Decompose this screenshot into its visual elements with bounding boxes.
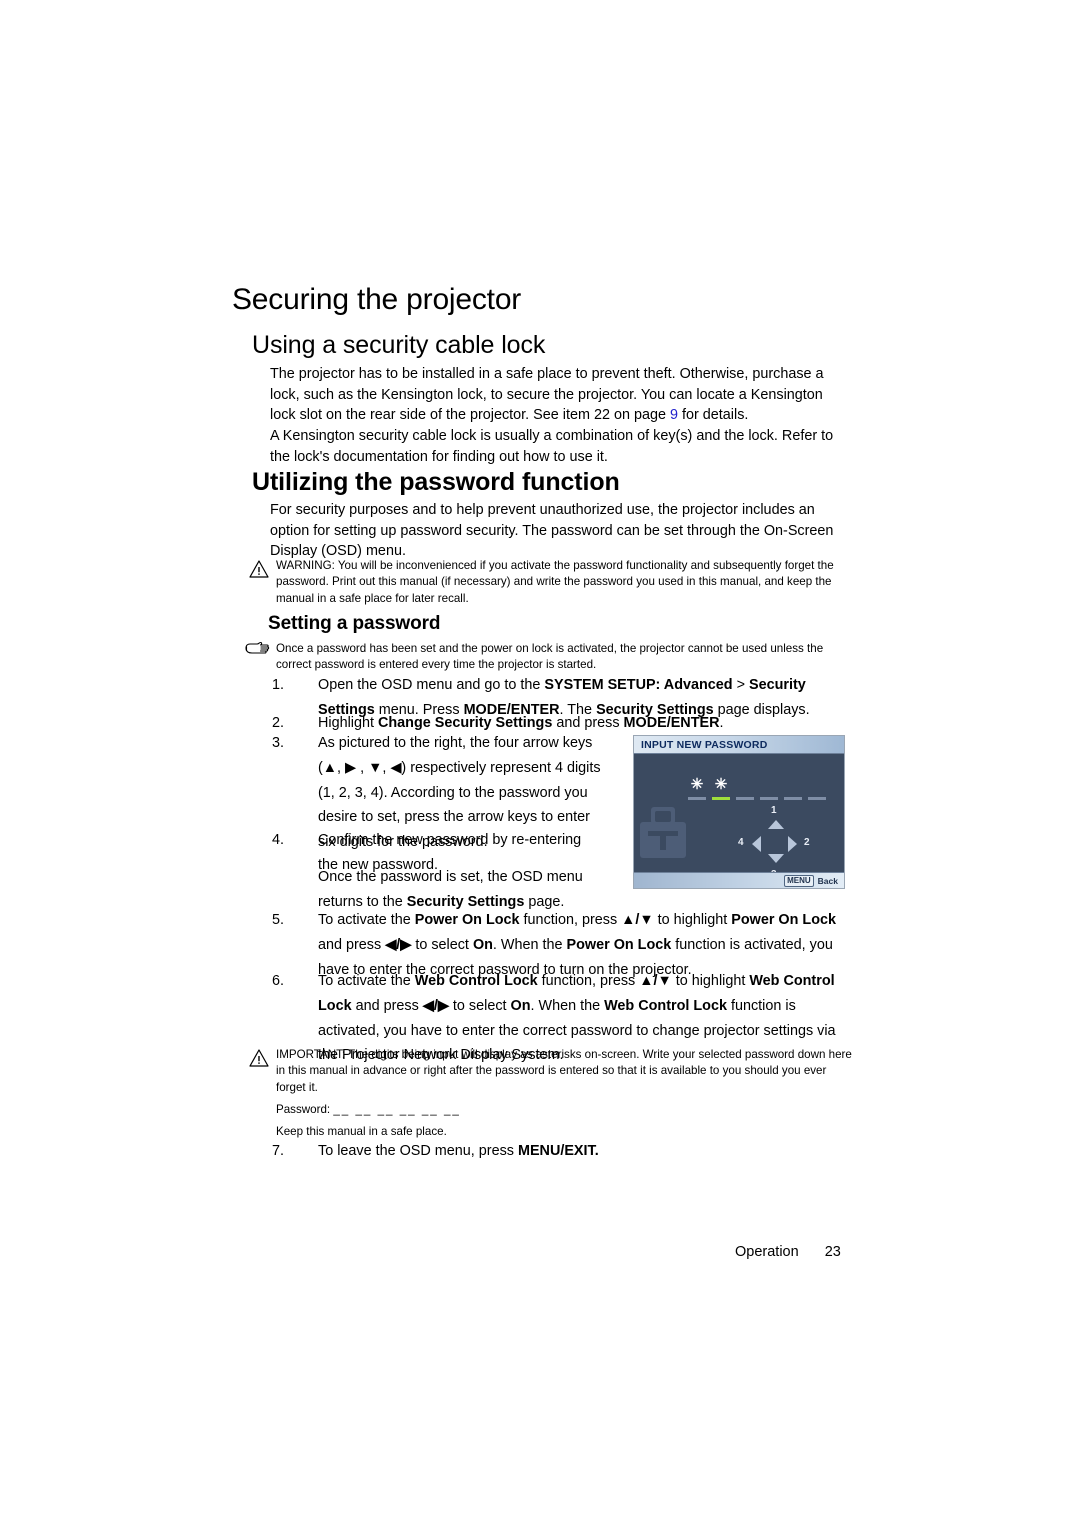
slot-dash-5 (784, 797, 802, 800)
lock-icon (640, 802, 686, 858)
emphasized-text: Power On Lock (566, 936, 672, 953)
dpad-left-label: 4 (738, 837, 744, 848)
slot-dash-6 (808, 797, 826, 800)
dpad-up-label: 1 (771, 805, 777, 816)
osd-title-bar: INPUT NEW PASSWORD (634, 736, 844, 754)
dpad-right-label: 2 (804, 837, 810, 848)
emphasized-text: SYSTEM SETUP: Advanced (544, 677, 733, 693)
paragraph-cable-lock-1: The projector has to be installed in a s… (270, 364, 850, 426)
emphasized-text: MENU/EXIT. (517, 1143, 599, 1159)
osd-title-text: INPUT NEW PASSWORD (641, 738, 768, 751)
paragraph-cable-lock-2: A Kensington security cable lock is usua… (270, 428, 834, 465)
password-write-in-line: Password: __ __ __ __ __ __ (276, 1102, 461, 1118)
paragraph-tail: for details. (678, 407, 749, 423)
warning-note-password: WARNING: You will be inconvenienced if y… (276, 559, 834, 605)
footer-page-number: 23 (824, 1244, 841, 1260)
osd-body: ✳ ✳ 1 2 3 4 (634, 754, 844, 880)
subsection-heading-setting-password: Setting a password (268, 613, 441, 634)
paragraph-password-function: For security purposes and to help preven… (270, 502, 834, 559)
section-heading-security-cable-lock: Using a security cable lock (252, 331, 546, 359)
menu-key-badge: MENU (784, 874, 814, 887)
step-number: 7. (272, 1143, 285, 1159)
password-blanks[interactable]: __ __ __ __ __ __ (333, 1103, 460, 1116)
emphasized-text: Web Control Lock (414, 973, 538, 989)
step-number: 4. (272, 832, 285, 848)
page-reference-link[interactable]: 9 (670, 407, 678, 423)
important-note: IMPORTANT: The digits being input will d… (276, 1048, 852, 1094)
emphasized-text: ▲/▼ (621, 912, 654, 928)
slot-dash-4 (760, 797, 778, 800)
emphasized-text: ▲/▼ (639, 973, 672, 989)
emphasized-text: Power On Lock (414, 912, 520, 928)
emphasized-text: On (510, 997, 531, 1014)
step-item-7: 7. To leave the OSD menu, press MENU/EXI… (272, 1139, 672, 1164)
step-number: 6. (272, 973, 285, 989)
slot-dash-2 (712, 797, 730, 800)
emphasized-text: Web Control Lock (604, 997, 727, 1014)
asterisk-3 (736, 778, 754, 792)
arrow-right-icon (788, 836, 797, 852)
slot-dash-1 (688, 797, 706, 800)
menu-key-action: Back (817, 875, 838, 886)
emphasized-text: On (472, 936, 493, 953)
page-title: Securing the projector (232, 283, 522, 316)
password-asterisks: ✳ ✳ (688, 776, 826, 793)
warning-triangle-icon (248, 559, 270, 579)
step-number: 1. (272, 677, 285, 693)
asterisk-5 (784, 778, 802, 792)
document-page: Securing the projector Using a security … (0, 0, 1080, 1527)
asterisk-2: ✳ (714, 776, 728, 793)
osd-screenshot-input-new-password: INPUT NEW PASSWORD ✳ ✳ 1 2 4 MENU Back (633, 735, 845, 889)
emphasized-text: Change Security Settings (378, 715, 553, 731)
page-footer: Operation 23 (735, 1244, 841, 1260)
step-number: 3. (272, 735, 285, 751)
asterisk-4 (760, 778, 778, 792)
asterisk-6 (808, 778, 826, 792)
arrow-down-icon (768, 854, 784, 863)
slot-dash-3 (736, 797, 754, 800)
keep-manual-note: Keep this manual in a safe place. (276, 1125, 447, 1138)
warning-triangle-icon (248, 1048, 270, 1068)
osd-footer-bar: MENU Back (634, 872, 844, 888)
step-text: To leave the OSD menu, press MENU/EXIT. (318, 1143, 599, 1159)
arrow-left-icon (752, 836, 761, 852)
password-label: Password: (276, 1103, 331, 1116)
dpad-diagram: 1 2 3 4 (730, 806, 820, 880)
footer-section-name: Operation (735, 1244, 799, 1260)
password-slot-dashes (688, 797, 826, 800)
section-heading-password-function: Utilizing the password function (252, 468, 620, 496)
emphasized-text: ◀/▶ (422, 997, 449, 1014)
emphasized-text: MODE/ENTER (623, 715, 720, 731)
note-password-set: Once a password has been set and the pow… (276, 642, 824, 672)
arrow-up-icon (768, 820, 784, 829)
emphasized-text: Power On Lock (731, 912, 837, 928)
emphasized-text: ◀/▶ (385, 936, 412, 953)
asterisk-1: ✳ (690, 776, 704, 793)
pointing-hand-icon (244, 641, 270, 659)
step-number: 5. (272, 912, 285, 928)
